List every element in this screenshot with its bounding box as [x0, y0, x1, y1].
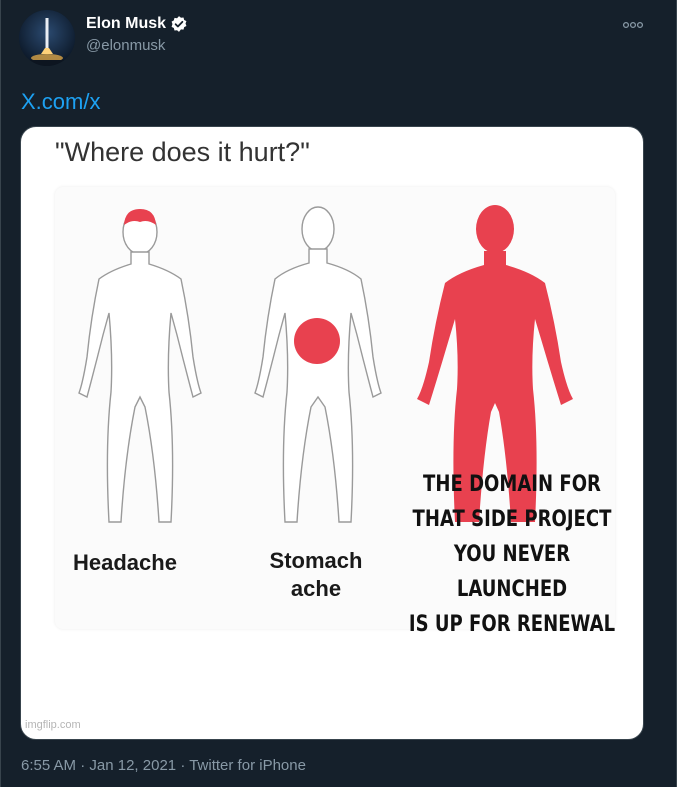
tweet-card: Elon Musk @elonmusk X.com/x "Where does …: [0, 0, 677, 787]
label-domain-line3: YOU NEVER LAUNCHED: [453, 542, 571, 602]
meta-separator: ·: [80, 757, 90, 774]
author-name-row: Elon Musk: [86, 15, 188, 33]
label-stomach: Stomach ache: [259, 547, 373, 603]
tweet-media-image[interactable]: "Where does it hurt?" Headache Stomach a…: [20, 126, 644, 740]
figure-headache: [78, 209, 202, 523]
author-name[interactable]: Elon Musk: [86, 15, 166, 33]
tweet-link[interactable]: X.com/x: [21, 89, 100, 115]
avatar[interactable]: [19, 10, 75, 66]
figure-stomach: [254, 206, 382, 523]
tweet-meta: 6:55 AM · Jan 12, 2021 · Twitter for iPh…: [21, 757, 306, 774]
tweet-time[interactable]: 6:55 AM: [21, 757, 76, 774]
tweet-source[interactable]: Twitter for iPhone: [189, 757, 306, 774]
author-handle[interactable]: @elonmusk: [86, 37, 165, 54]
label-domain-line1: THE DOMAIN FOR: [423, 472, 601, 497]
label-stomach-line1: Stomach: [269, 548, 363, 573]
label-domain-line4: IS UP FOR RENEWAL: [408, 612, 616, 637]
avatar-rocket-image: [19, 10, 75, 66]
tweet-date[interactable]: Jan 12, 2021: [89, 757, 176, 774]
label-headache: Headache: [73, 550, 177, 575]
verified-badge-icon: [171, 16, 187, 32]
more-options-icon[interactable]: [622, 18, 644, 32]
body-figures: [78, 205, 573, 523]
label-stomach-line2: ache: [290, 576, 342, 601]
label-domain-line2: THAT SIDE PROJECT: [412, 507, 612, 532]
meta-separator: ·: [180, 757, 190, 774]
label-domain-renewal: THE DOMAIN FOR THAT SIDE PROJECT YOU NEV…: [405, 467, 620, 642]
stomach-pain-spot: [294, 318, 340, 364]
imgflip-watermark: imgflip.com: [25, 719, 81, 731]
